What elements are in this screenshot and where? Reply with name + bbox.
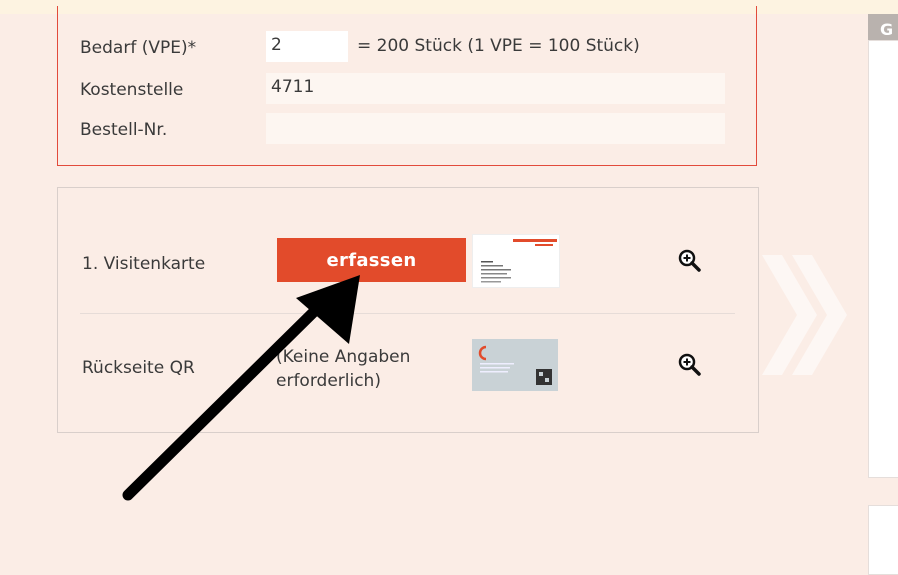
rueckseite-thumbnail[interactable] bbox=[472, 339, 558, 391]
bedarf-input[interactable]: 2 bbox=[266, 31, 348, 62]
double-chevron-icon bbox=[762, 255, 847, 375]
bestellnr-input[interactable] bbox=[266, 113, 725, 144]
right-panel-header: G bbox=[868, 14, 898, 40]
bestellnr-label: Bestell-Nr. bbox=[80, 120, 168, 140]
rueckseite-note: (Keine Angaben erforderlich) bbox=[276, 345, 410, 393]
item-divider bbox=[80, 313, 735, 314]
rueckseite-label: Rückseite QR bbox=[82, 358, 195, 378]
kostenstelle-input[interactable]: 4711 bbox=[266, 73, 725, 104]
bedarf-label: Bedarf (VPE)* bbox=[80, 38, 197, 58]
zoom-in-icon[interactable] bbox=[678, 353, 702, 377]
visitenkarte-label: 1. Visitenkarte bbox=[82, 254, 206, 274]
note-line-2: erforderlich) bbox=[276, 371, 381, 391]
note-line-1: (Keine Angaben bbox=[276, 347, 411, 367]
kostenstelle-label: Kostenstelle bbox=[80, 80, 184, 100]
visitenkarte-thumbnail[interactable] bbox=[472, 234, 560, 288]
design-items-panel bbox=[57, 187, 759, 433]
quantity-note: = 200 Stück (1 VPE = 100 Stück) bbox=[357, 36, 640, 56]
right-preview-panel bbox=[868, 40, 898, 478]
erfassen-button[interactable]: erfassen bbox=[277, 238, 466, 282]
zoom-in-icon[interactable] bbox=[678, 249, 702, 273]
